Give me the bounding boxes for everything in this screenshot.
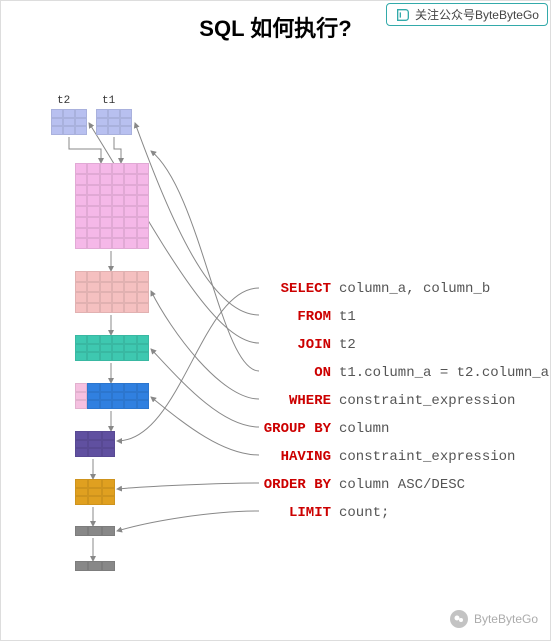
clause-row: GROUP BY column	[261, 416, 549, 442]
table-label: t2	[57, 95, 70, 107]
clause-value: t1.column_a = t2.column_a	[339, 365, 549, 381]
clause-value: column	[339, 421, 389, 437]
grid-box-having	[75, 383, 149, 409]
clause-value: t1	[339, 309, 356, 325]
clause-value: t2	[339, 337, 356, 353]
clause-row: ORDER BY column ASC/DESC	[261, 472, 549, 498]
clause-row: LIMIT count;	[261, 500, 549, 526]
grid-box-t1	[96, 109, 132, 135]
logo-icon	[395, 7, 411, 23]
wechat-icon	[450, 610, 468, 628]
clause-keyword: LIMIT	[261, 505, 331, 521]
clause-row: FROM t1	[261, 304, 549, 330]
clause-keyword: WHERE	[261, 393, 331, 409]
grid-box-select	[75, 431, 115, 457]
clause-keyword: GROUP BY	[261, 421, 331, 437]
flow-arrow	[117, 511, 259, 531]
clause-list: SELECT column_a, column_b FROM t1 JOIN t2 ON t1…	[261, 276, 549, 528]
clause-value: count;	[339, 505, 389, 521]
grid-box-join	[75, 163, 149, 249]
clause-keyword: ORDER BY	[261, 477, 331, 493]
clause-keyword: SELECT	[261, 281, 331, 297]
grid-box-where	[75, 271, 149, 313]
clause-value: constraint_expression	[339, 449, 515, 465]
clause-row: HAVING constraint_expression	[261, 444, 549, 470]
watermark-text: ByteByteGo	[474, 612, 538, 626]
clause-row: ON t1.column_a = t2.column_a	[261, 360, 549, 386]
clause-value: column_a, column_b	[339, 281, 490, 297]
grid-box-group	[75, 335, 149, 361]
clause-keyword: ON	[261, 365, 331, 381]
clause-row: JOIN t2	[261, 332, 549, 358]
clause-keyword: JOIN	[261, 337, 331, 353]
flow-arrow	[151, 397, 259, 455]
flow-arrow	[114, 137, 121, 163]
execution-diagram: SELECT column_a, column_b FROM t1 JOIN t2 ON t1…	[1, 91, 551, 631]
clause-row: SELECT column_a, column_b	[261, 276, 549, 302]
flow-arrow	[151, 349, 259, 427]
clause-value: column ASC/DESC	[339, 477, 465, 493]
clause-row: WHERE constraint_expression	[261, 388, 549, 414]
flow-arrow	[117, 483, 259, 489]
grid-box-limit1	[75, 526, 115, 536]
follow-badge[interactable]: 关注公众号ByteByteGo	[386, 3, 548, 26]
flow-arrow	[151, 151, 259, 371]
clause-value: constraint_expression	[339, 393, 515, 409]
watermark: ByteByteGo	[450, 610, 538, 628]
grid-box-t2	[51, 109, 87, 135]
clause-keyword: FROM	[261, 309, 331, 325]
flow-arrow	[69, 137, 101, 163]
follow-label: 关注公众号ByteByteGo	[415, 6, 539, 23]
flow-arrow	[135, 123, 259, 315]
flow-arrow	[151, 291, 259, 399]
grid-box-limit2	[75, 561, 115, 571]
table-label: t1	[102, 95, 115, 107]
clause-keyword: HAVING	[261, 449, 331, 465]
grid-box-order	[75, 479, 115, 505]
